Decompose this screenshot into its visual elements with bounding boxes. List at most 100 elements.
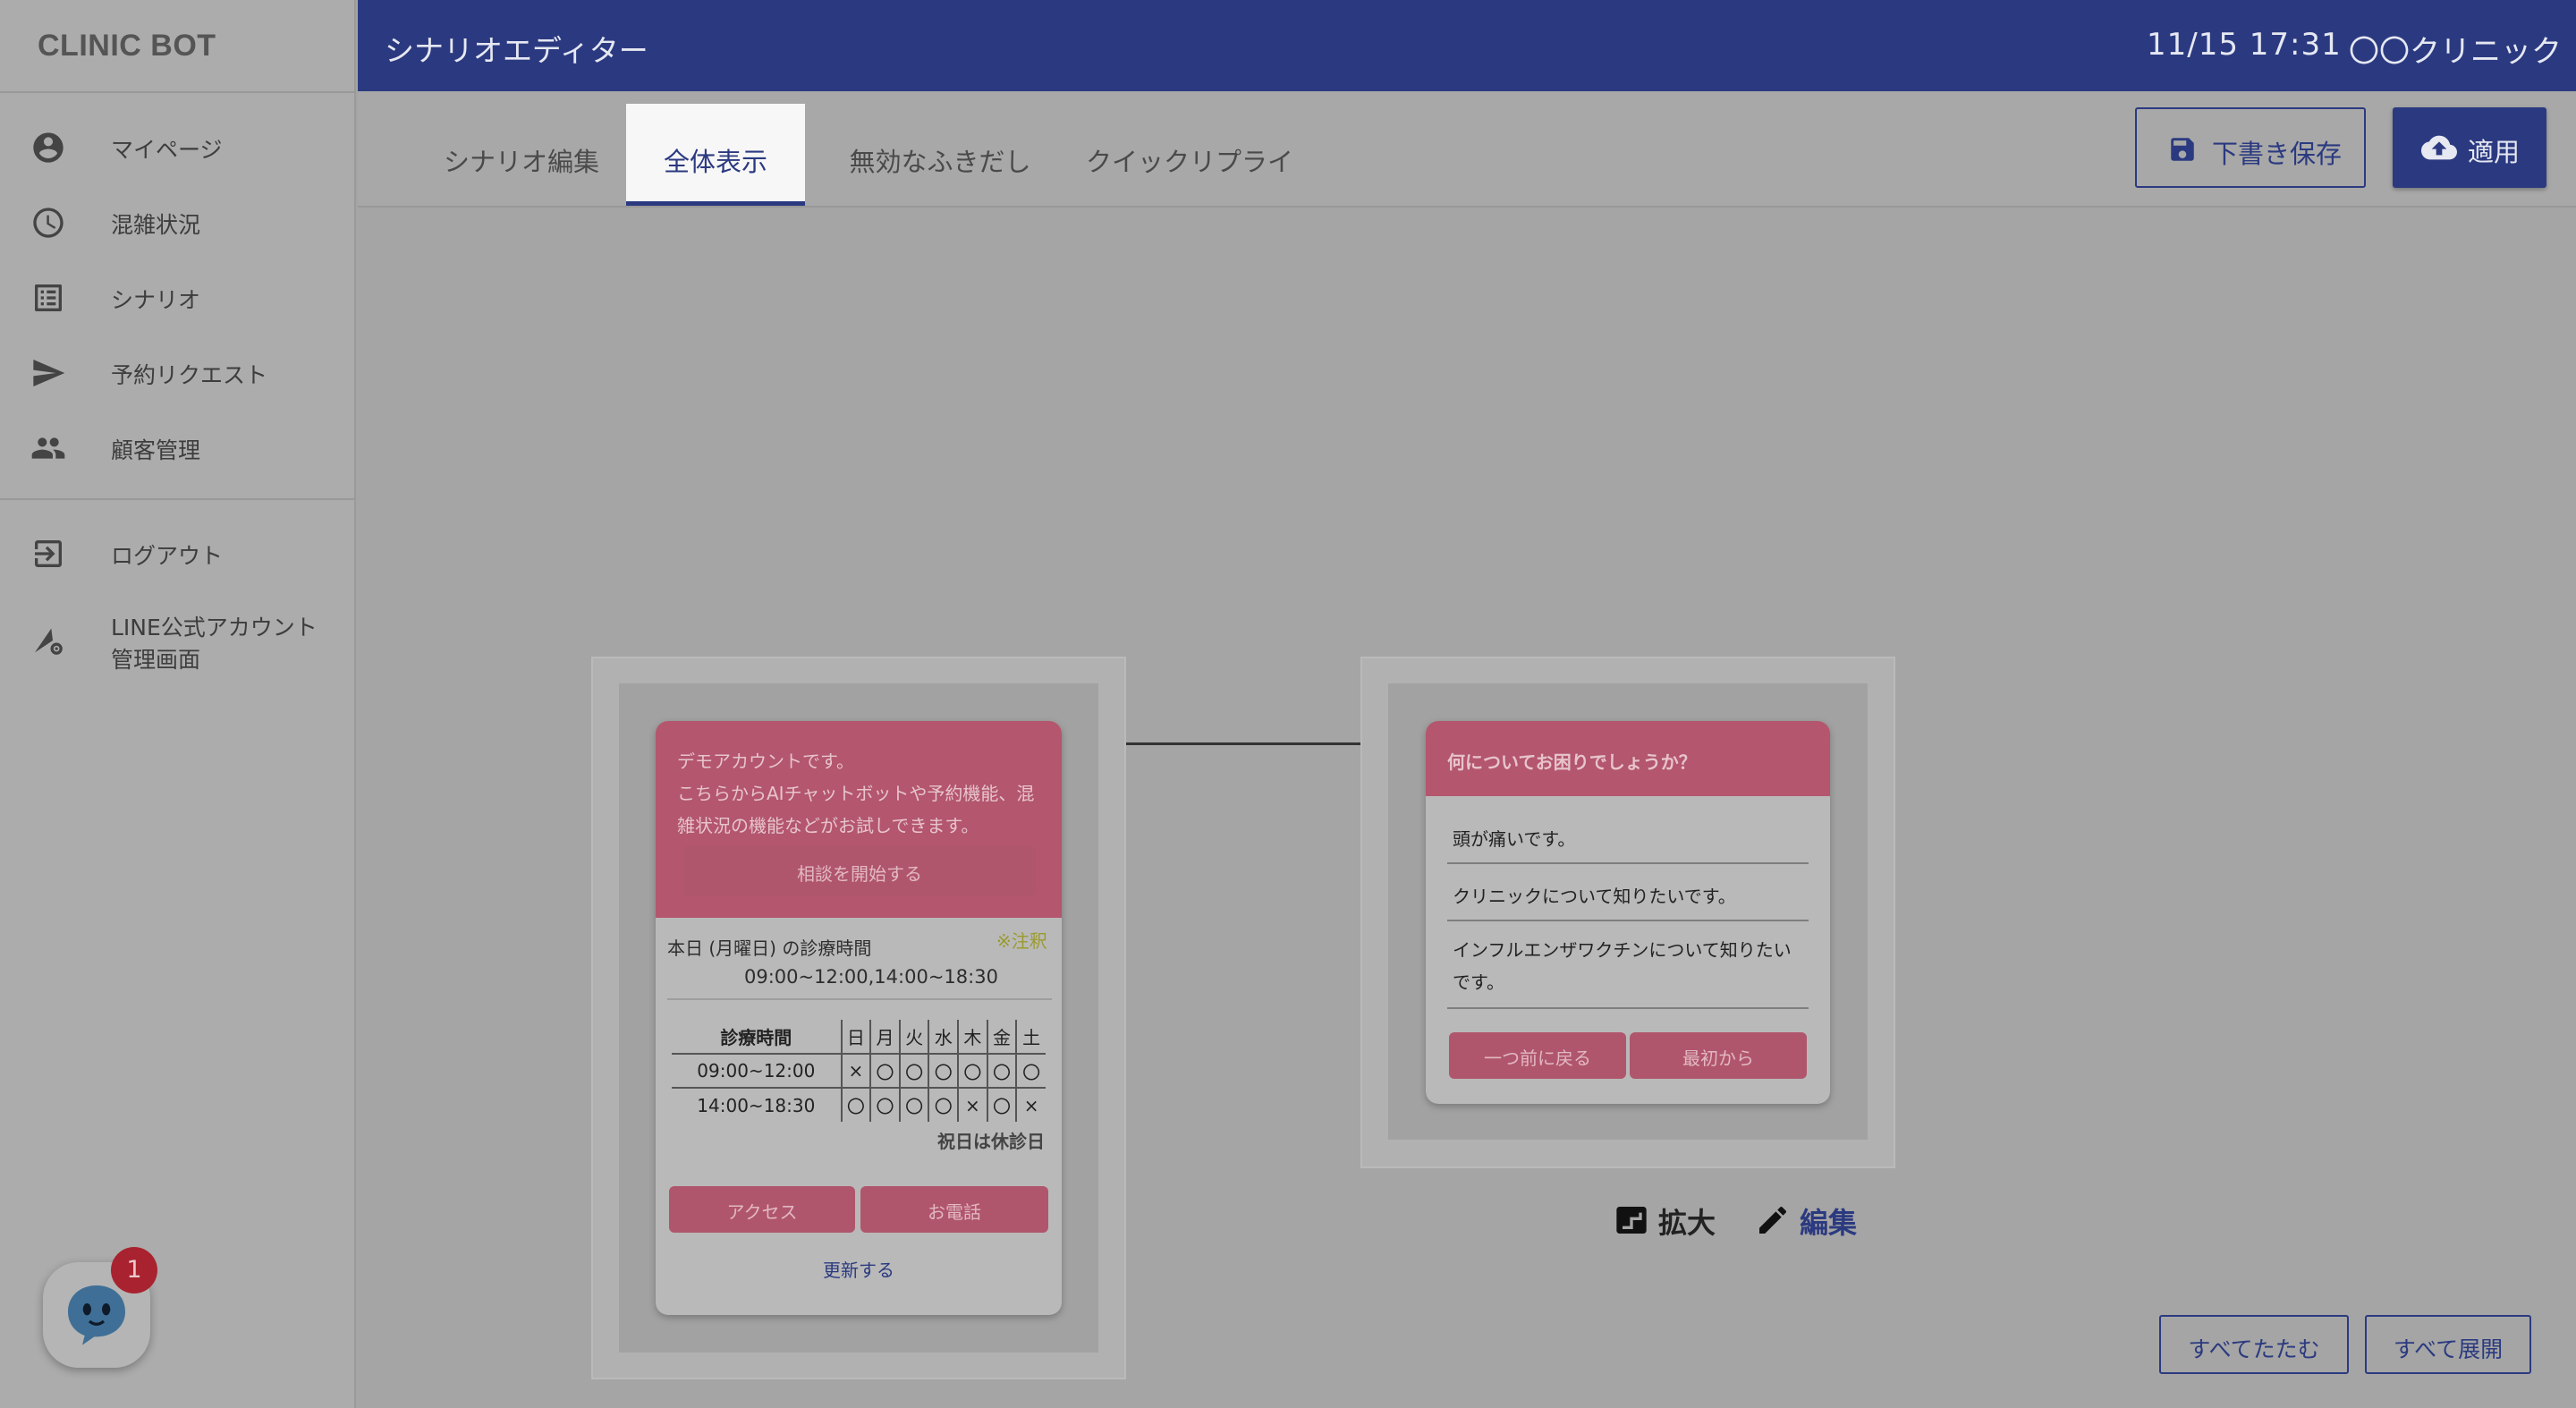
expand-all-label: すべて展開 bbox=[2393, 1336, 2504, 1362]
option-label: クリニックについて知りたいです。 bbox=[1453, 886, 1736, 907]
today-hours-label: 本日 (月曜日) の診療時間 bbox=[667, 937, 872, 959]
brand-logo-text: CLINIC BOT bbox=[38, 29, 216, 63]
phone-button[interactable]: お電話 bbox=[860, 1186, 1048, 1233]
today-hours-value: 09:00~12:00,14:00~18:30 bbox=[744, 966, 998, 988]
access-label: アクセス bbox=[726, 1201, 798, 1223]
schedule-mark: 〇 bbox=[898, 1054, 929, 1089]
schedule-header-time: 診療時間 bbox=[672, 1020, 842, 1055]
schedule-mark: × bbox=[1015, 1088, 1046, 1122]
table-row: 14:00~18:30 〇 〇 〇 〇 × 〇 × bbox=[672, 1088, 1046, 1122]
schedule-mark: 〇 bbox=[986, 1088, 1017, 1122]
cloud-upload-icon bbox=[2421, 135, 2457, 160]
collapse-all-button[interactable]: すべてたたむ bbox=[2159, 1315, 2349, 1374]
quick-reply-option[interactable]: 頭が痛いです。 bbox=[1447, 809, 1809, 864]
schedule-mark: 〇 bbox=[928, 1088, 959, 1122]
zoom-button[interactable]: 拡大 bbox=[1610, 1195, 1726, 1242]
schedule-mark: 〇 bbox=[1015, 1054, 1046, 1089]
tab-overview[interactable]: 全体表示 bbox=[626, 104, 805, 206]
schedule-mark: 〇 bbox=[986, 1054, 1017, 1089]
restart-button[interactable]: 最初から bbox=[1630, 1032, 1807, 1079]
save-draft-button[interactable]: 下書き保存 bbox=[2135, 107, 2366, 188]
sidebar-item-label: 顧客管理 bbox=[111, 437, 201, 463]
people-icon bbox=[31, 437, 65, 459]
schedule-mark: 〇 bbox=[928, 1054, 959, 1089]
list-icon bbox=[35, 284, 62, 311]
sidebar-item-label: マイページ bbox=[111, 137, 223, 163]
sidebar-item-label-line2: 管理画面 bbox=[111, 647, 201, 673]
brand: CLINIC BOT bbox=[0, 0, 356, 93]
welcome-text-line1: デモアカウントです。 bbox=[677, 751, 854, 772]
apply-button[interactable]: 適用 bbox=[2393, 107, 2546, 188]
sidebar-item-mypage[interactable]: マイページ bbox=[0, 115, 354, 177]
zoom-label: 拡大 bbox=[1658, 1206, 1716, 1240]
pencil-icon bbox=[1759, 1206, 1787, 1234]
note-link[interactable]: ※注釈 bbox=[996, 927, 1047, 953]
schedule-time: 14:00~18:30 bbox=[697, 1094, 816, 1116]
expand-all-button[interactable]: すべて展開 bbox=[2365, 1315, 2531, 1374]
schedule-day: 水 bbox=[928, 1020, 959, 1055]
schedule-mark: × bbox=[957, 1088, 987, 1122]
schedule-mark: 〇 bbox=[869, 1088, 900, 1122]
schedule-day: 火 bbox=[898, 1020, 929, 1055]
sidebar-item-scenario[interactable]: シナリオ bbox=[0, 265, 354, 327]
quick-reply-option[interactable]: クリニックについて知りたいです。 bbox=[1447, 866, 1809, 921]
schedule-day: 金 bbox=[986, 1020, 1017, 1055]
notification-badge: 1 bbox=[111, 1247, 157, 1293]
sidebar-item-logout[interactable]: ログアウト bbox=[0, 521, 354, 583]
schedule-time: 09:00~12:00 bbox=[672, 1054, 842, 1089]
header-datetime: 11/15 17:31 bbox=[2147, 27, 2342, 63]
tab-invalid-bubbles[interactable]: 無効なふきだし bbox=[826, 104, 1054, 206]
collapse-all-label: すべてたたむ bbox=[2188, 1336, 2320, 1362]
sidebar-item-label: 混雑状況 bbox=[111, 212, 201, 238]
table-row: 09:00~12:00 × 〇 〇 〇 〇 〇 〇 bbox=[672, 1054, 1046, 1089]
header-clinic-name: 〇〇クリニック bbox=[2349, 34, 2562, 70]
app-header: シナリオエディター 11/15 17:31 〇〇クリニック bbox=[358, 0, 2576, 91]
phone-label: お電話 bbox=[928, 1201, 981, 1223]
edit-button[interactable]: 編集 bbox=[1755, 1195, 1871, 1242]
logout-icon bbox=[35, 540, 62, 567]
sidebar: CLINIC BOT マイページ 混雑状況 シナリオ 予約リクエスト 顧客管理 … bbox=[0, 0, 356, 1408]
tab-bar: シナリオ編集 全体表示 無効なふきだし クイックリプライ 下書き保存 適用 bbox=[358, 91, 2576, 208]
tab-scenario-edit[interactable]: シナリオ編集 bbox=[410, 104, 633, 206]
restart-label: 最初から bbox=[1682, 1048, 1754, 1069]
sidebar-divider bbox=[0, 498, 354, 500]
sidebar-item-congestion[interactable]: 混雑状況 bbox=[0, 190, 354, 252]
tab-label: 全体表示 bbox=[663, 147, 767, 177]
zoom-icon bbox=[1616, 1207, 1647, 1234]
hours-divider bbox=[667, 998, 1052, 1000]
option-label-line2: です。 bbox=[1453, 971, 1504, 993]
back-button[interactable]: 一つ前に戻る bbox=[1449, 1032, 1626, 1079]
tab-quick-reply[interactable]: クイックリプライ bbox=[1073, 104, 1306, 206]
tab-label: シナリオ編集 bbox=[443, 147, 599, 177]
schedule-mark: 〇 bbox=[840, 1088, 871, 1122]
page-title: シナリオエディター bbox=[385, 33, 648, 68]
access-button[interactable]: アクセス bbox=[669, 1186, 855, 1233]
welcome-text-line3: 雑状況の機能などがお試しできます。 bbox=[677, 815, 979, 836]
schedule-day: 日 bbox=[840, 1020, 871, 1055]
save-draft-label: 下書き保存 bbox=[2212, 139, 2343, 169]
start-consultation-label: 相談を開始する bbox=[797, 863, 922, 885]
schedule-day: 月 bbox=[869, 1020, 900, 1055]
clock-icon bbox=[33, 208, 64, 238]
tab-label: 無効なふきだし bbox=[849, 147, 1031, 177]
quick-reply-option[interactable]: インフルエンザワクチンについて知りたい です。 bbox=[1447, 923, 1809, 1009]
schedule-mark: 〇 bbox=[957, 1054, 987, 1089]
start-consultation-button[interactable]: 相談を開始する bbox=[683, 846, 1036, 896]
tab-label: クイックリプライ bbox=[1085, 147, 1293, 177]
send-icon bbox=[33, 360, 65, 386]
option-label-line1: インフルエンザワクチンについて知りたい bbox=[1453, 939, 1792, 961]
sidebar-item-label: 予約リクエスト bbox=[111, 362, 268, 388]
sidebar-item-label: ログアウト bbox=[111, 543, 224, 569]
floppy-disk-icon bbox=[2171, 138, 2194, 161]
update-link[interactable]: 更新する bbox=[823, 1256, 894, 1282]
admin-settings-icon bbox=[35, 628, 63, 655]
apply-label: 適用 bbox=[2468, 137, 2521, 167]
schedule-day: 木 bbox=[957, 1020, 987, 1055]
sidebar-item-reservation[interactable]: 予約リクエスト bbox=[0, 340, 354, 403]
sidebar-item-label-line1: LINE公式アカウント bbox=[111, 615, 318, 640]
badge-count: 1 bbox=[126, 1256, 142, 1284]
sidebar-item-customers[interactable]: 顧客管理 bbox=[0, 415, 354, 478]
schedule-mark: 〇 bbox=[898, 1088, 929, 1122]
sidebar-item-line-admin[interactable]: LINE公式アカウント 管理画面 bbox=[0, 601, 354, 676]
holiday-note: 祝日は休診日 bbox=[937, 1131, 1045, 1152]
